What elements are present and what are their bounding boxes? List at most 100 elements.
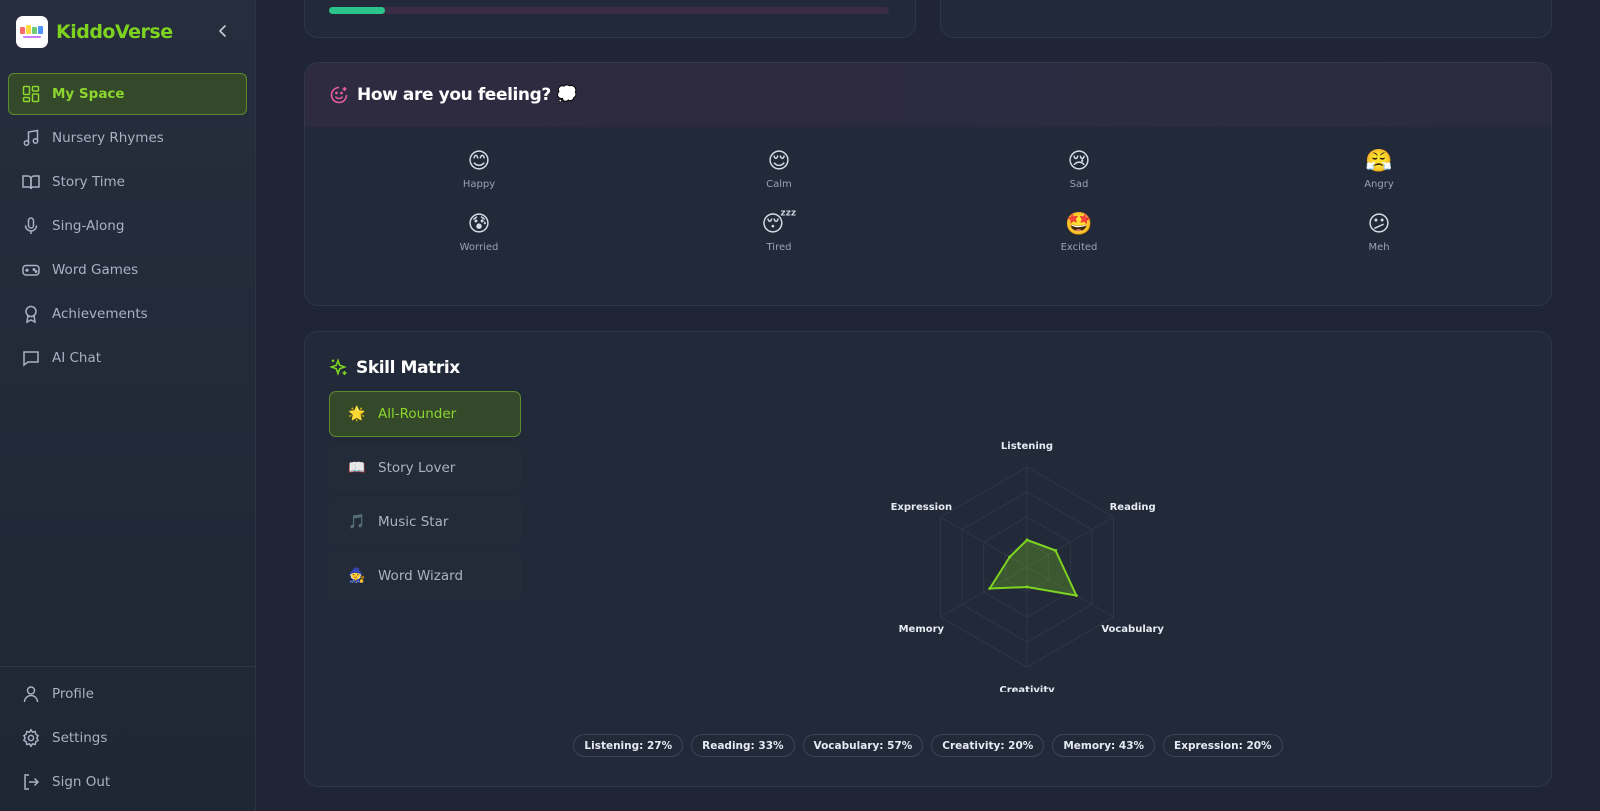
sidebar-item-label: AI Chat [52, 350, 102, 366]
music-note-icon [23, 129, 39, 146]
mood-header: How are you feeling? 💭 [305, 63, 1551, 127]
radar-axis-label-reading: Reading [1110, 502, 1156, 513]
mood-label: Calm [766, 179, 792, 190]
radar-axis-label-expression: Expression [891, 502, 952, 513]
skill-profile-label: Music Star [378, 514, 449, 530]
chevron-left-icon [219, 25, 226, 37]
radar-series-area [988, 539, 1078, 597]
skill-radar-chart: Listening Reading Vocabulary Creativity Memo… [891, 441, 1165, 692]
radar-axis-label-creativity: Creativity [999, 685, 1055, 692]
progress-bar [329, 7, 889, 14]
sidebar-item-label: Achievements [52, 306, 148, 322]
grid-icon [22, 85, 40, 103]
skill-profile-label: All-Rounder [378, 406, 457, 422]
radar-axis-label-listening: Listening [1001, 441, 1053, 452]
sidebar-item-label: My Space [52, 86, 125, 102]
sparkles-icon [329, 358, 347, 376]
smile-plus-icon [330, 86, 348, 104]
collapse-sidebar-button[interactable] [214, 22, 232, 40]
sidebar-item-label: Sign Out [52, 774, 111, 790]
mood-label: Excited [1060, 242, 1098, 253]
mood-options: 😊 Happy 😌 Calm 😢 Sad 😤 Angry 😰 Worried 😴 Tired… [329, 149, 1529, 253]
skill-pill-expression: Expression: 20% [1163, 734, 1283, 757]
mood-emoji: 😢 [1067, 149, 1091, 174]
radar-axis-label-vocabulary: Vocabulary [1101, 624, 1164, 635]
mood-emoji: 😕 [1367, 212, 1391, 237]
mood-emoji: 😊 [467, 149, 491, 174]
mood-label: Happy [462, 179, 496, 190]
open-book-icon: 📖 [348, 460, 366, 476]
skill-pill-vocabulary: Vocabulary: 57% [802, 734, 924, 757]
mood-label: Sad [1069, 179, 1089, 190]
skill-matrix-title: Skill Matrix [356, 358, 460, 378]
skill-pill-memory: Memory: 43% [1052, 734, 1156, 757]
sidebar-item-sing-along[interactable]: Sing-Along [8, 205, 247, 247]
sidebar-item-label: Settings [52, 730, 108, 746]
sidebar-item-label: Word Games [52, 262, 139, 278]
skill-pill-creativity: Creativity: 20% [931, 734, 1045, 757]
mood-emoji: 😤 [1365, 149, 1393, 174]
mood-title: How are you feeling? 💭 [357, 85, 578, 105]
mood-card: How are you feeling? 💭 😊 Happy 😌 Calm 😢 Sad… [304, 62, 1552, 306]
skill-profile-music-star[interactable]: 🎵 Music Star [329, 499, 521, 545]
sidebar-item-story-time[interactable]: Story Time [8, 161, 247, 203]
sun-icon: 🌟 [348, 406, 366, 422]
mood-emoji: 😌 [767, 149, 791, 174]
radar-axis-label-memory: Memory [899, 624, 945, 635]
skill-profile-all-rounder[interactable]: 🌟 All-Rounder [329, 391, 521, 437]
mood-option-sad[interactable]: 😢 Sad [929, 149, 1229, 190]
sign-out-icon [24, 774, 40, 790]
sidebar-item-profile[interactable]: Profile [8, 673, 247, 715]
mood-label: Worried [459, 242, 499, 253]
award-icon [25, 305, 37, 324]
mood-label: Angry [1364, 179, 1394, 190]
mood-label: Tired [766, 242, 792, 253]
skill-matrix-header: Skill Matrix [329, 358, 460, 378]
book-icon [22, 175, 40, 190]
mood-option-happy[interactable]: 😊 Happy [329, 149, 629, 190]
skill-matrix-card: Skill Matrix 🌟 All-Rounder 📖 Story Lover… [304, 331, 1552, 787]
sidebar-item-label: Profile [52, 686, 94, 702]
sidebar-item-label: Story Time [52, 174, 125, 190]
mood-option-worried[interactable]: 😰 Worried [329, 212, 629, 253]
mood-option-meh[interactable]: 😕 Meh [1229, 212, 1529, 253]
skill-profile-label: Story Lover [378, 460, 456, 476]
radar-point-creativity [1025, 585, 1029, 589]
sidebar-item-sign-out[interactable]: Sign Out [8, 761, 247, 803]
sidebar-item-ai-chat[interactable]: AI Chat [8, 337, 247, 379]
mood-emoji: 😴 [761, 212, 797, 237]
skill-pill-listening: Listening: 27% [573, 734, 684, 757]
sidebar-item-nursery-rhymes[interactable]: Nursery Rhymes [8, 117, 247, 159]
music-notes-icon: 🎵 [348, 514, 366, 530]
skill-profile-list: 🌟 All-Rounder 📖 Story Lover 🎵 Music Star… [329, 391, 521, 607]
sidebar-item-word-games[interactable]: Word Games [8, 249, 247, 291]
radar-point-vocabulary [1074, 594, 1078, 597]
mood-option-excited[interactable]: 🤩 Excited [929, 212, 1229, 253]
top-right-card [940, 0, 1552, 38]
progress-card [304, 0, 916, 38]
progress-bar-fill [329, 7, 385, 14]
sidebar-item-settings[interactable]: Settings [8, 717, 247, 759]
mood-label: Meh [1368, 242, 1390, 253]
chat-icon [23, 351, 39, 367]
sidebar-item-my-space[interactable]: My Space [8, 73, 247, 115]
brand[interactable]: KiddoVerse [16, 16, 173, 48]
microphone-icon [24, 217, 38, 234]
sidebar-item-label: Nursery Rhymes [52, 130, 164, 146]
wizard-icon: 🧙 [348, 568, 366, 584]
mood-emoji: 🤩 [1065, 212, 1093, 237]
mood-option-calm[interactable]: 😌 Calm [629, 149, 929, 190]
mood-option-tired[interactable]: 😴 Tired [629, 212, 929, 253]
skill-pill-reading: Reading: 33% [691, 734, 795, 757]
sidebar-divider [0, 666, 256, 667]
sidebar-nav: My Space Nursery Rhymes Story Time Sing-… [8, 73, 247, 381]
mood-option-angry[interactable]: 😤 Angry [1229, 149, 1529, 190]
app-logo [16, 16, 48, 48]
skill-profile-story-lover[interactable]: 📖 Story Lover [329, 445, 521, 491]
sidebar-item-achievements[interactable]: Achievements [8, 293, 247, 335]
user-icon [23, 686, 39, 703]
sidebar-item-label: Sing-Along [52, 218, 125, 234]
skill-profile-label: Word Wizard [378, 568, 464, 584]
sidebar: KiddoVerse My Space Nursery Rhymes Story… [0, 0, 256, 811]
skill-profile-word-wizard[interactable]: 🧙 Word Wizard [329, 553, 521, 599]
